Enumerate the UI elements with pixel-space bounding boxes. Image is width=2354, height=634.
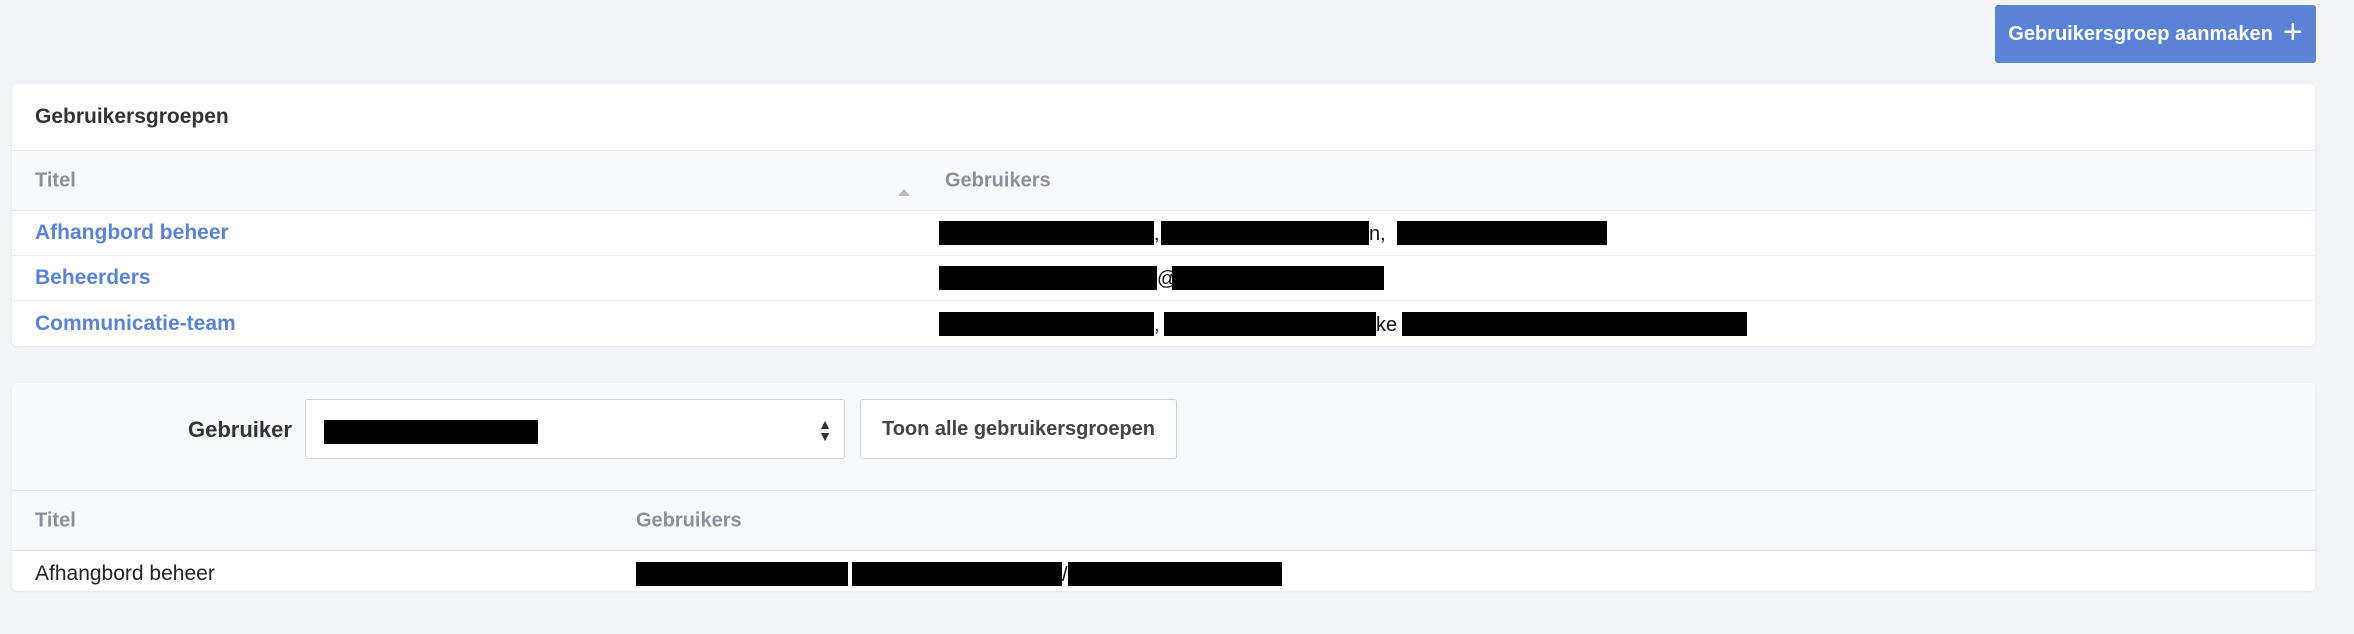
visible-fragment: n, [1369,223,1386,245]
create-user-group-label: Gebruikersgroep aanmaken [2008,22,2273,45]
table-row: Afhangbord beheer / [12,551,2315,591]
table-row: Afhangbord beheer , n, [12,211,2315,256]
column-header-title[interactable]: Titel [35,169,76,192]
column-header-title: Titel [35,509,76,531]
sort-ascending-icon[interactable] [898,189,910,196]
user-filter-label: Gebruiker [188,417,292,442]
redaction-block [1161,221,1369,245]
table-header: Titel Gebruikers [12,491,2315,551]
redaction-block [939,221,1154,245]
user-select[interactable]: ▲ ▼ [305,399,845,459]
show-all-groups-button[interactable]: Toon alle gebruikersgroepen [860,399,1177,459]
visible-fragment: , [1154,313,1160,336]
column-header-users: Gebruikers [636,509,742,531]
redaction-block [1397,221,1607,245]
create-user-group-button[interactable]: Gebruikersgroep aanmaken + [1995,5,2316,63]
visible-fragment: ke [1376,313,1398,336]
redaction-block [1402,311,1747,336]
panel-title: Gebruikersgroepen [12,84,2315,151]
redaction-block [1068,561,1282,586]
redaction-block [939,311,1154,336]
visible-fragment: / [1062,563,1068,586]
filter-bar: Gebruiker ▲ ▼ Toon alle gebruikersgroepen [12,383,2315,491]
redaction-block [636,561,848,586]
column-header-users[interactable]: Gebruikers [945,169,1051,192]
redaction-block [939,266,1157,290]
select-arrows-icon: ▲ ▼ [818,416,832,444]
group-link[interactable]: Beheerders [35,266,151,290]
table-row: Communicatie-team , ke [12,301,2315,346]
user-groups-panel: Gebruikersgroepen Titel Gebruikers Afhan… [12,84,2315,346]
redaction-block [1164,311,1376,336]
group-title: Afhangbord beheer [35,561,215,585]
redaction-block [1172,266,1384,290]
group-link[interactable]: Communicatie-team [35,312,236,336]
table-header: Titel Gebruikers [12,151,2315,211]
table-row: Beheerders @ [12,256,2315,301]
redaction-block [324,420,538,444]
user-filter-panel: Gebruiker ▲ ▼ Toon alle gebruikersgroepen… [12,383,2315,591]
plus-icon: + [2282,13,2303,51]
redaction-block [852,561,1062,586]
visible-fragment: , [1154,223,1160,245]
group-link[interactable]: Afhangbord beheer [35,221,229,245]
